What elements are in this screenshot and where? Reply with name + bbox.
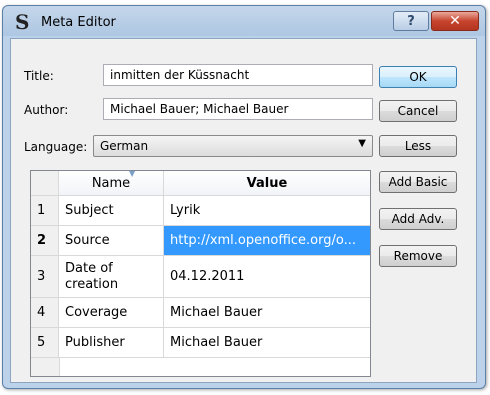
- language-select[interactable]: German ▼: [93, 135, 373, 157]
- header-corner: [31, 171, 59, 195]
- row-number: 2: [31, 226, 59, 255]
- dropdown-arrow-icon: ▼: [358, 138, 366, 149]
- row-name-cell[interactable]: Coverage: [59, 298, 164, 327]
- cancel-button[interactable]: Cancel: [379, 100, 457, 122]
- row-number: 1: [31, 196, 59, 225]
- help-button[interactable]: ?: [393, 11, 429, 31]
- row-number: 3: [31, 256, 59, 297]
- title-input[interactable]: inmitten der Küssnacht: [103, 64, 373, 86]
- table-row[interactable]: 1 Subject Lyrik: [31, 196, 370, 226]
- table-row[interactable]: 3 Date of creation 04.12.2011: [31, 256, 370, 298]
- row-name-cell[interactable]: Subject: [59, 196, 164, 225]
- meta-editor-window: S Meta Editor ? ✕ Title: inmitten der Kü…: [2, 5, 486, 389]
- window-title: Meta Editor: [41, 15, 116, 30]
- add-adv-button[interactable]: Add Adv.: [379, 208, 457, 230]
- title-bar[interactable]: S Meta Editor ? ✕: [3, 6, 485, 38]
- table-row[interactable]: 5 Publisher Michael Bauer: [31, 328, 370, 358]
- table-row[interactable]: 2 Source http://xml.openoffice.org/o...: [31, 226, 370, 256]
- header-value[interactable]: Value: [164, 171, 370, 195]
- remove-button[interactable]: Remove: [379, 245, 457, 267]
- author-input[interactable]: Michael Bauer; Michael Bauer: [103, 98, 373, 120]
- row-value-cell[interactable]: Lyrik: [164, 196, 370, 225]
- row-number: 4: [31, 298, 59, 327]
- row-number: 5: [31, 328, 59, 357]
- sort-indicator-icon: ▼: [129, 171, 136, 178]
- help-icon: ?: [407, 13, 415, 29]
- add-basic-button[interactable]: Add Basic: [379, 171, 457, 193]
- row-name-cell[interactable]: Source: [59, 226, 164, 255]
- table-row[interactable]: 4 Coverage Michael Bauer: [31, 298, 370, 328]
- table-empty-area: [31, 358, 370, 376]
- row-name-cell[interactable]: Date of creation: [59, 256, 164, 297]
- table-header: ▼ Name Value: [31, 171, 370, 196]
- row-value-cell[interactable]: Michael Bauer: [164, 298, 370, 327]
- row-value-cell[interactable]: Michael Bauer: [164, 328, 370, 357]
- row-value-cell[interactable]: 04.12.2011: [164, 256, 370, 297]
- title-label: Title:: [24, 69, 54, 83]
- row-name-cell[interactable]: Publisher: [59, 328, 164, 357]
- less-button[interactable]: Less: [379, 135, 457, 157]
- close-button[interactable]: ✕: [431, 11, 479, 31]
- app-logo-icon: S: [15, 10, 30, 34]
- language-selected-value: German: [100, 139, 149, 153]
- author-label: Author:: [24, 103, 69, 117]
- row-gutter: [31, 358, 60, 376]
- language-label: Language:: [24, 140, 88, 154]
- row-value-cell-selected[interactable]: http://xml.openoffice.org/o...: [164, 226, 370, 255]
- header-name[interactable]: ▼ Name: [59, 171, 164, 195]
- close-icon: ✕: [449, 13, 461, 29]
- ok-button[interactable]: OK: [379, 66, 457, 88]
- metadata-table[interactable]: ▼ Name Value 1 Subject Lyrik 2 Source ht…: [30, 170, 371, 377]
